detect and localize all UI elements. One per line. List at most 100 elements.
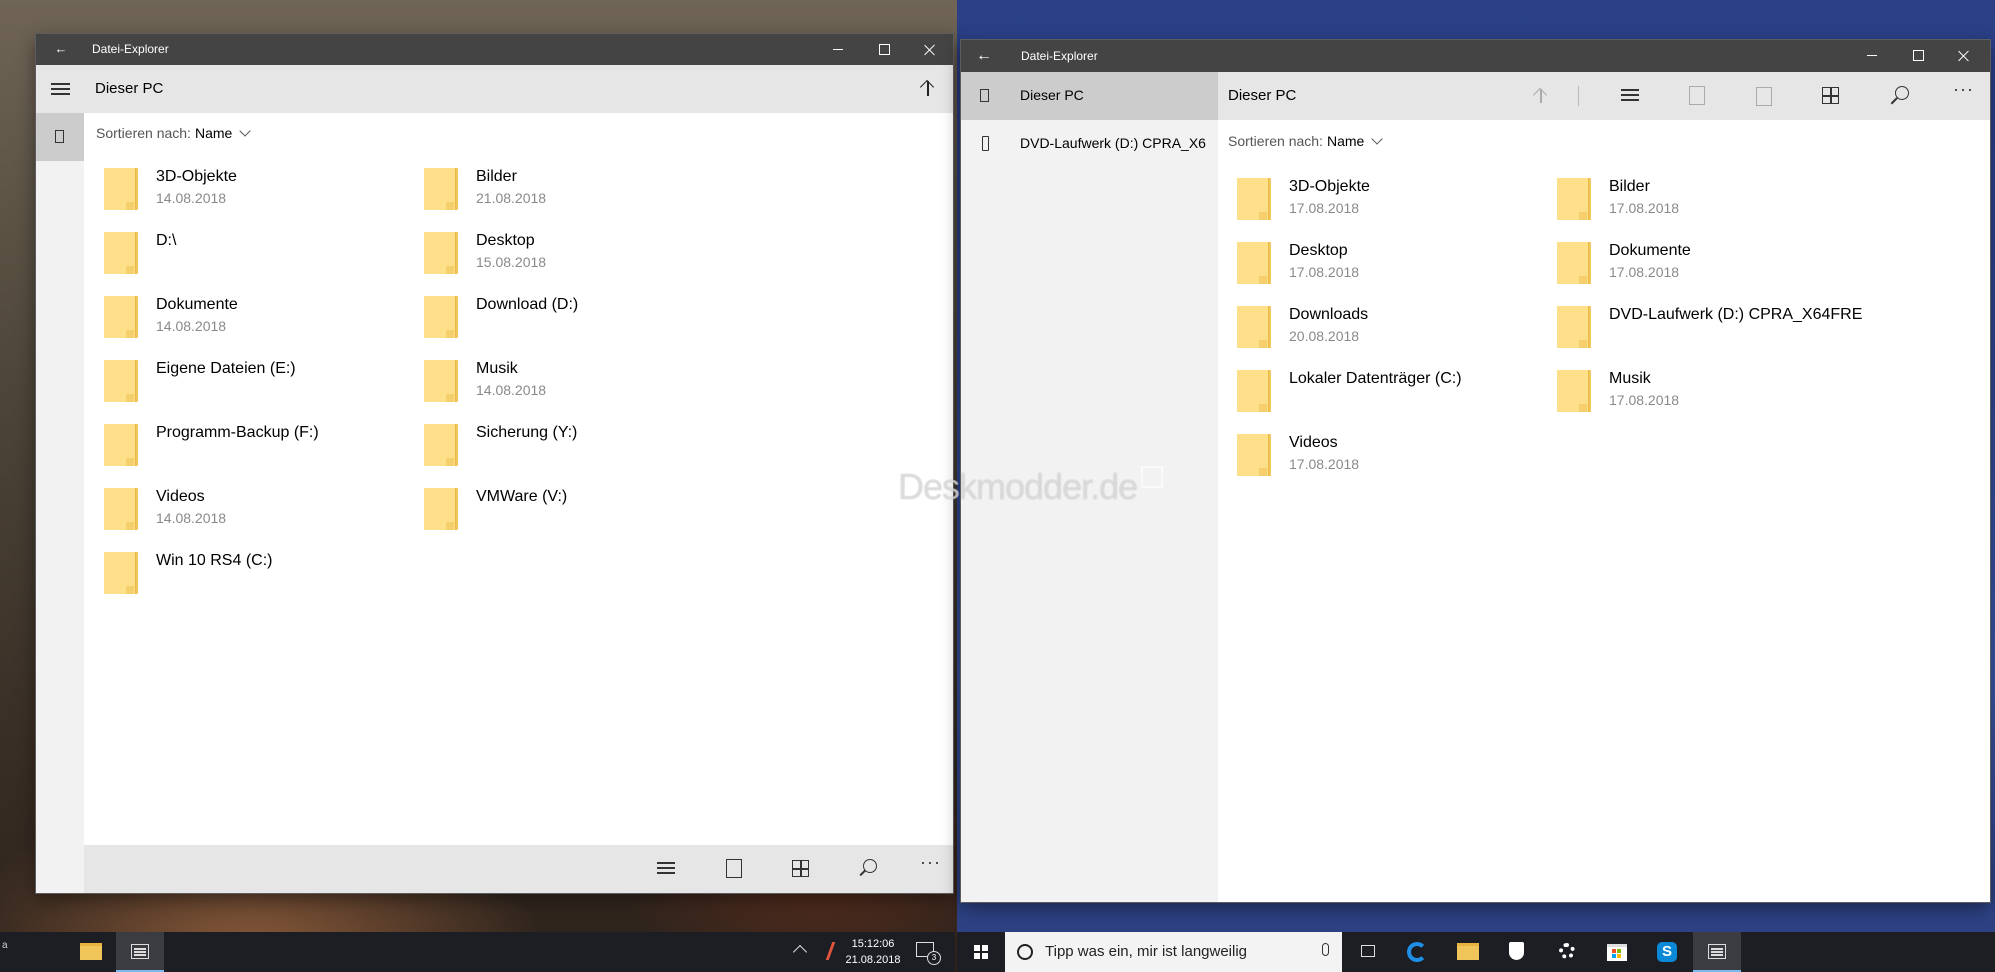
taskbar-skype[interactable]: S bbox=[1643, 932, 1691, 972]
file-item[interactable]: Downloads 20.08.2018 bbox=[1237, 302, 1537, 358]
sort-bar[interactable]: Sortieren nach: Name bbox=[96, 125, 251, 141]
taskbar-file-explorer[interactable] bbox=[66, 932, 114, 972]
minimize-icon bbox=[1867, 55, 1877, 57]
file-item[interactable]: Win 10 RS4 (C:) bbox=[104, 548, 404, 604]
search-placeholder: Tipp was ein, mir ist langweilig bbox=[1045, 943, 1248, 960]
folder-icon bbox=[1457, 943, 1479, 960]
file-item[interactable]: Sicherung (Y:) bbox=[424, 420, 724, 476]
folder-tab bbox=[446, 202, 454, 210]
nav-item-label: DVD-Laufwerk (D:) CPRA_X6 bbox=[1020, 135, 1206, 151]
file-item[interactable]: Videos 14.08.2018 bbox=[104, 484, 404, 540]
nav-item-this-pc[interactable]: Dieser PC bbox=[961, 72, 1218, 120]
file-item[interactable]: Download (D:) bbox=[424, 292, 724, 348]
folder-tab bbox=[126, 330, 134, 338]
folder-icon bbox=[80, 943, 102, 960]
nav-item-dvd-drive[interactable]: DVD-Laufwerk (D:) CPRA_X6 bbox=[961, 120, 1218, 168]
store-logo-icon bbox=[1612, 949, 1616, 953]
file-date: 14.08.2018 bbox=[476, 382, 547, 398]
file-item[interactable]: 3D-Objekte 17.08.2018 bbox=[1237, 174, 1537, 230]
search-button[interactable] bbox=[1887, 84, 1911, 108]
cortana-icon bbox=[1017, 944, 1033, 960]
file-date: 20.08.2018 bbox=[1289, 328, 1360, 344]
up-button[interactable] bbox=[1530, 85, 1552, 107]
start-button[interactable]: a bbox=[2, 940, 8, 951]
select-mode-button[interactable] bbox=[654, 857, 678, 881]
select-mode-button[interactable] bbox=[1618, 84, 1642, 108]
more-options-button[interactable]: ··· bbox=[1953, 80, 1977, 108]
folder-icon bbox=[104, 552, 138, 594]
file-date: 17.08.2018 bbox=[1609, 392, 1680, 408]
file-item[interactable]: Desktop 15.08.2018 bbox=[424, 228, 724, 284]
minimize-button[interactable] bbox=[815, 34, 861, 64]
grid-line bbox=[792, 868, 809, 870]
taskbar-explorer-app[interactable] bbox=[116, 932, 164, 972]
file-item[interactable]: Bilder 21.08.2018 bbox=[424, 164, 724, 220]
folder-tab bbox=[126, 586, 134, 594]
sort-bar[interactable]: Sortieren nach: Name bbox=[1228, 133, 1383, 149]
skype-icon: S bbox=[1657, 942, 1677, 962]
device-icon bbox=[980, 89, 989, 102]
taskbar-store[interactable] bbox=[1593, 932, 1641, 972]
file-item[interactable]: Lokaler Datenträger (C:) bbox=[1237, 366, 1537, 422]
file-name: Eigene Dateien (E:) bbox=[156, 360, 296, 377]
file-item[interactable]: Bilder 17.08.2018 bbox=[1557, 174, 1857, 230]
folder-icon bbox=[1237, 370, 1271, 412]
search-button[interactable] bbox=[856, 857, 880, 881]
file-item[interactable]: Musik 14.08.2018 bbox=[424, 356, 724, 412]
file-item[interactable]: Dokumente 17.08.2018 bbox=[1557, 238, 1857, 294]
action-center-button[interactable]: 3 bbox=[916, 942, 941, 965]
start-button[interactable] bbox=[957, 932, 1005, 972]
close-button[interactable] bbox=[907, 34, 953, 64]
file-date: 21.08.2018 bbox=[476, 190, 547, 206]
taskbar-edge[interactable] bbox=[1393, 932, 1441, 972]
file-item[interactable]: VMWare (V:) bbox=[424, 484, 724, 540]
window-title: Datei-Explorer bbox=[1021, 49, 1098, 63]
file-item[interactable]: 3D-Objekte 14.08.2018 bbox=[104, 164, 404, 220]
file-name: VMWare (V:) bbox=[476, 488, 568, 505]
folder-tab bbox=[1579, 212, 1587, 220]
folder-tab bbox=[1259, 340, 1267, 348]
search-box[interactable]: Tipp was ein, mir ist langweilig bbox=[1005, 932, 1342, 972]
hamburger-menu-button[interactable] bbox=[36, 65, 84, 113]
network-icon[interactable] bbox=[814, 942, 836, 960]
more-options-button[interactable]: ··· bbox=[920, 853, 944, 881]
folder-tab bbox=[446, 266, 454, 274]
back-button[interactable]: ← bbox=[961, 40, 1007, 71]
file-item[interactable]: DVD-Laufwerk (D:) CPRA_X64FRE bbox=[1557, 302, 1862, 358]
back-button[interactable]: ← bbox=[38, 34, 84, 64]
tray-chevron-button[interactable] bbox=[792, 944, 808, 960]
microphone-icon[interactable] bbox=[1322, 943, 1329, 956]
new-item-button[interactable] bbox=[722, 857, 746, 881]
file-item[interactable]: Programm-Backup (F:) bbox=[104, 420, 404, 476]
folder-tab bbox=[446, 458, 454, 466]
close-button[interactable] bbox=[1941, 40, 1987, 71]
file-item[interactable]: Eigene Dateien (E:) bbox=[104, 356, 404, 412]
clock[interactable]: 15:12:06 21.08.2018 bbox=[840, 936, 906, 968]
file-date: 17.08.2018 bbox=[1289, 200, 1360, 216]
maximize-button[interactable] bbox=[1895, 40, 1941, 71]
file-item[interactable]: Musik 17.08.2018 bbox=[1557, 366, 1857, 422]
folder-tab bbox=[1579, 340, 1587, 348]
taskbar-settings[interactable] bbox=[1543, 932, 1591, 972]
maximize-button[interactable] bbox=[861, 34, 907, 64]
nav-item-this-pc[interactable] bbox=[36, 113, 84, 161]
file-item[interactable]: Desktop 17.08.2018 bbox=[1237, 238, 1537, 294]
minimize-button[interactable] bbox=[1849, 40, 1895, 71]
folder-icon bbox=[424, 488, 458, 530]
view-button[interactable] bbox=[789, 857, 813, 881]
up-button[interactable] bbox=[917, 77, 939, 99]
new-item-button[interactable] bbox=[1685, 84, 1709, 108]
file-name: 3D-Objekte bbox=[156, 168, 237, 185]
task-view-button[interactable] bbox=[1345, 932, 1393, 972]
grid-line bbox=[1822, 95, 1839, 97]
file-item[interactable]: D:\ bbox=[104, 228, 404, 284]
taskbar-defender[interactable] bbox=[1493, 932, 1541, 972]
paste-button[interactable] bbox=[1752, 84, 1776, 108]
right-address-bar: Dieser PC ··· bbox=[1218, 72, 1990, 120]
file-item[interactable]: Dokumente 14.08.2018 bbox=[104, 292, 404, 348]
new-file-icon bbox=[1689, 86, 1705, 105]
file-item[interactable]: Videos 17.08.2018 bbox=[1237, 430, 1537, 486]
view-button[interactable] bbox=[1819, 84, 1843, 108]
taskbar-explorer-app[interactable] bbox=[1693, 932, 1741, 972]
taskbar-file-explorer[interactable] bbox=[1443, 932, 1491, 972]
